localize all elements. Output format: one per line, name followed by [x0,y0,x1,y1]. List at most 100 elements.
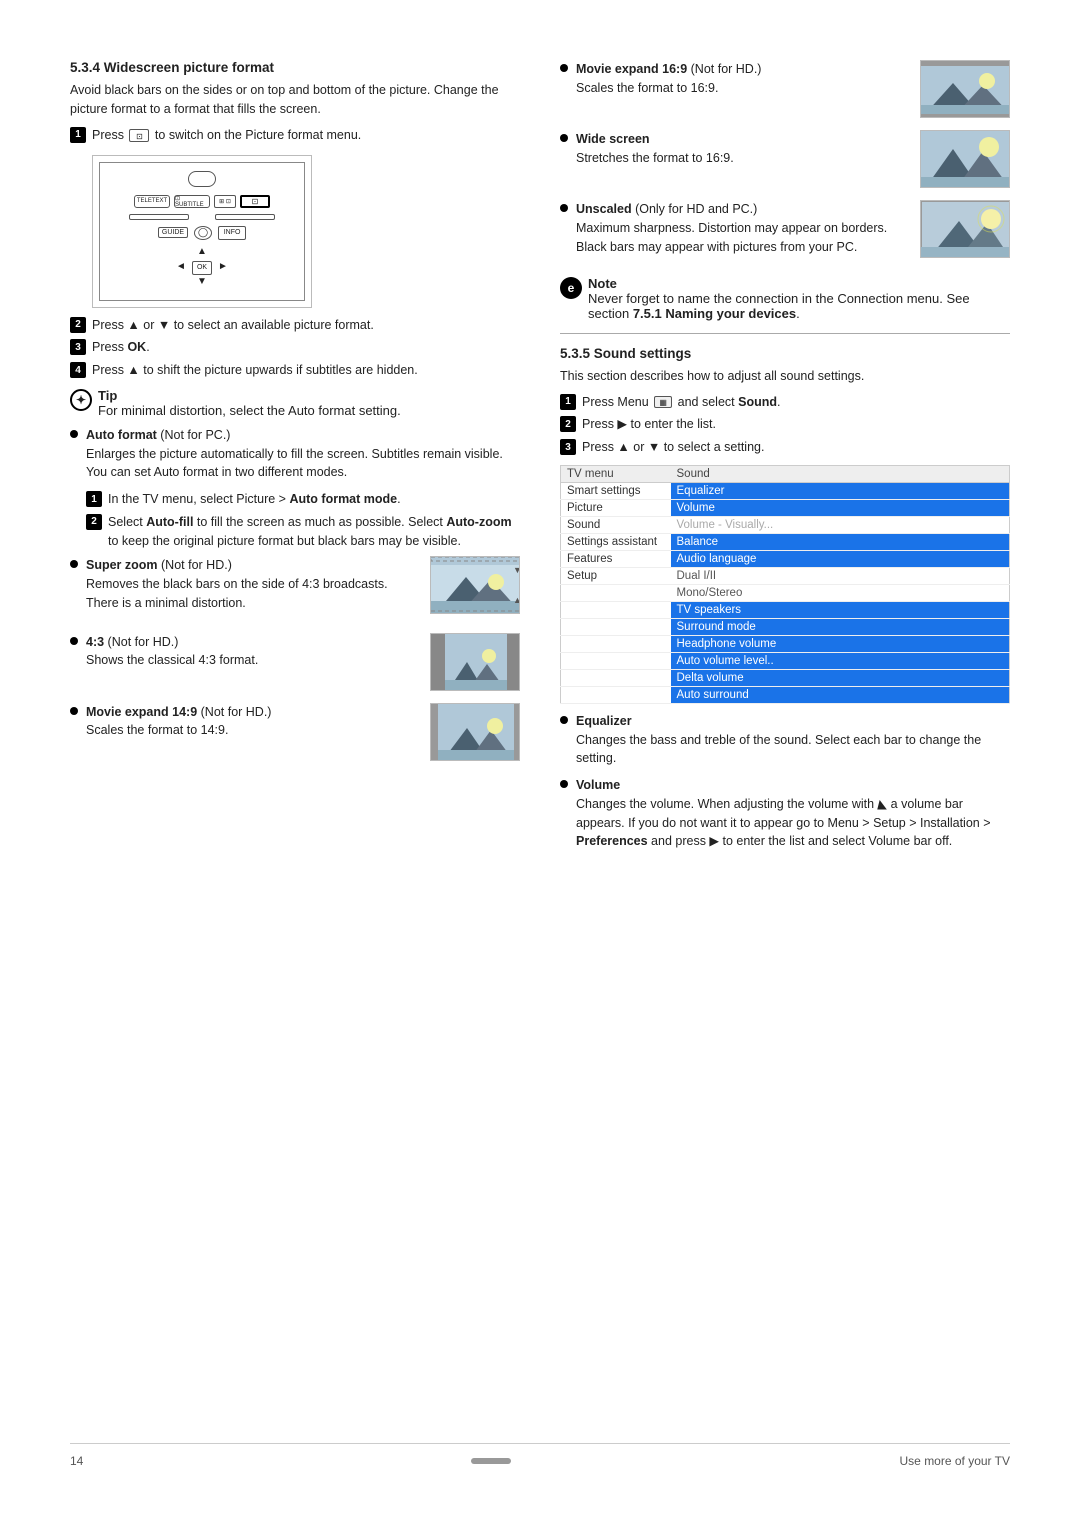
menu-row-tvspeakers: TV speakers [561,601,1010,618]
section-title-left: 5.3.4 Widescreen picture format [70,60,520,75]
menu-row-surround: Surround mode [561,618,1010,635]
menu-cell-autovol: Auto volume level.. [671,652,1010,669]
widescreen-svg [920,130,1010,188]
bullet-widescreen: Wide screen Stretches the format to 16:9… [560,130,910,168]
remote-diagram: TELETEXT ⊡ SUBTITLE ⊞ ⊡ ⊡ GUIDE ◯ INFO [92,155,312,308]
sound-step-3: 3 Press ▲ or ▼ to select a setting. [560,438,1010,457]
menu-cell-setup-left: Setup [561,567,671,584]
bullet-unscaled: Unscaled (Only for HD and PC.) Maximum s… [560,200,910,256]
menu-cell-empty5 [561,652,671,669]
format-button-remote: ⊡ [240,195,270,208]
auto-step-1-text: In the TV menu, select Picture > Auto fo… [108,490,401,509]
menu-cell-sound-left: Sound [561,516,671,533]
menu-row-features: Features Audio language [561,550,1010,567]
bullet-dot-169 [560,64,568,72]
menu-row-headphone: Headphone volume [561,635,1010,652]
dpad-ok: OK [192,261,212,275]
bullet-dot-auto [70,430,78,438]
menu-icon: ▦ [654,396,672,408]
menu-row-delta: Delta volume [561,669,1010,686]
widescreen-text: Wide screen Stretches the format to 16:9… [576,130,734,168]
sound-step-1-text: Press Menu ▦ and select Sound. [582,393,780,412]
sound-step-1: 1 Press Menu ▦ and select Sound. [560,393,1010,412]
menu-header-row: TV menu Sound [561,465,1010,482]
bullet-equalizer: Equalizer Changes the bass and treble of… [560,712,1010,768]
info-btn: INFO [218,226,246,240]
menu-cell-empty2 [561,601,671,618]
remote-top-oval [188,171,216,187]
teletext-btn: TELETEXT [134,195,170,208]
dpad-up: ▲ [192,246,212,260]
page-footer: 14 Use more of your TV [70,1443,1010,1468]
eq-text: Equalizer Changes the bass and treble of… [576,712,1010,768]
menu-row-settings: Settings assistant Balance [561,533,1010,550]
bullet-equalizer-section: Equalizer Changes the bass and treble of… [560,712,1010,851]
menu-cell-surround: Surround mode [671,618,1010,635]
sound-step-num-3: 3 [560,439,576,455]
step-num-4: 4 [70,362,86,378]
149-svg [430,703,520,761]
sound-step-2: 2 Press ▶ to enter the list. [560,415,1010,434]
dpad-left: ◄ [171,261,191,275]
section-intro-left: Avoid black bars on the sides or on top … [70,81,520,120]
auto-step-2-text: Select Auto-fill to fill the screen as m… [108,513,520,551]
slider1 [129,214,189,220]
step-3: 3 Press OK. [70,338,520,357]
footer-right-text: Use more of your TV [900,1454,1010,1468]
svg-text:▲: ▲ [513,595,520,605]
superzoom-svg: ▼ ▲ [430,556,520,614]
bullet-auto: Auto format (Not for PC.) Enlarges the p… [70,426,520,482]
format-43-desc: 4:3 (Not for HD.) Shows the classical 4:… [70,633,420,679]
43-svg [430,633,520,691]
step-num-1: 1 [70,127,86,143]
step-2-text: Press ▲ or ▼ to select an available pict… [92,316,374,335]
dpad-down: ▼ [192,276,212,290]
bullet-dot-superzoom [70,560,78,568]
bullet-dot-43 [70,637,78,645]
step-1: 1 Press ⊡ to switch on the Picture forma… [70,126,520,145]
bullet-dot-unscaled [560,204,568,212]
bullet-superzoom: Super zoom (Not for HD.) Removes the bla… [70,556,420,612]
section-divider [560,333,1010,334]
footer-bar [471,1458,511,1464]
sound-menu-table: TV menu Sound Smart settings Equalizer P… [560,465,1010,704]
step-3-text: Press OK. [92,338,150,357]
menu-cell-settings-left: Settings assistant [561,533,671,550]
tip-icon: ✦ [70,389,92,411]
menu-cell-empty1 [561,584,671,601]
bullet-169: Movie expand 16:9 (Not for HD.) Scales t… [560,60,910,98]
sound-step-num-2: 2 [560,416,576,432]
auto-step-num-2: 2 [86,514,102,530]
menu-row-picture: Picture Volume [561,499,1010,516]
bullet-dot-eq [560,716,568,724]
superzoom-text: Super zoom (Not for HD.) Removes the bla… [86,556,420,612]
vol-text: Volume Changes the volume. When adjustin… [576,776,1010,851]
149-text: Movie expand 14:9 (Not for HD.) Scales t… [86,703,271,741]
menu-cell-mono: Mono/Stereo [671,584,1010,601]
remote-oval-btn [188,171,216,187]
menu-row-sound: Sound Volume - Visually... [561,516,1010,533]
step-2: 2 Press ▲ or ▼ to select an available pi… [70,316,520,335]
format-icon: ⊡ [129,129,149,142]
slider-row [129,214,275,220]
menu-cell-empty4 [561,635,671,652]
sound-step-num-1: 1 [560,394,576,410]
auto-step-1: 1 In the TV menu, select Picture > Auto … [86,490,520,509]
note-text: Never forget to name the connection in t… [588,291,970,321]
widescreen-image [920,130,1010,188]
menu-row-autosurround: Auto surround [561,686,1010,703]
169-image [920,60,1010,118]
bullet-43: 4:3 (Not for HD.) Shows the classical 4:… [70,633,420,671]
step-4: 4 Press ▲ to shift the picture upwards i… [70,361,520,380]
format-superzoom-desc: Super zoom (Not for HD.) Removes the bla… [70,556,420,620]
menu-cell-equalizer: Equalizer [671,482,1010,499]
auto-step-2: 2 Select Auto-fill to fill the screen as… [86,513,520,551]
note-icon: e [560,277,582,299]
format-unscaled-desc: Unscaled (Only for HD and PC.) Maximum s… [560,200,910,264]
menu-row-mono: Mono/Stereo [561,584,1010,601]
menu-cell-dual: Dual I/II [671,567,1010,584]
menu-header-right: Sound [671,465,1010,482]
unscaled-text: Unscaled (Only for HD and PC.) Maximum s… [576,200,910,256]
menu-cell-empty6 [561,669,671,686]
menu-row-autovol: Auto volume level.. [561,652,1010,669]
